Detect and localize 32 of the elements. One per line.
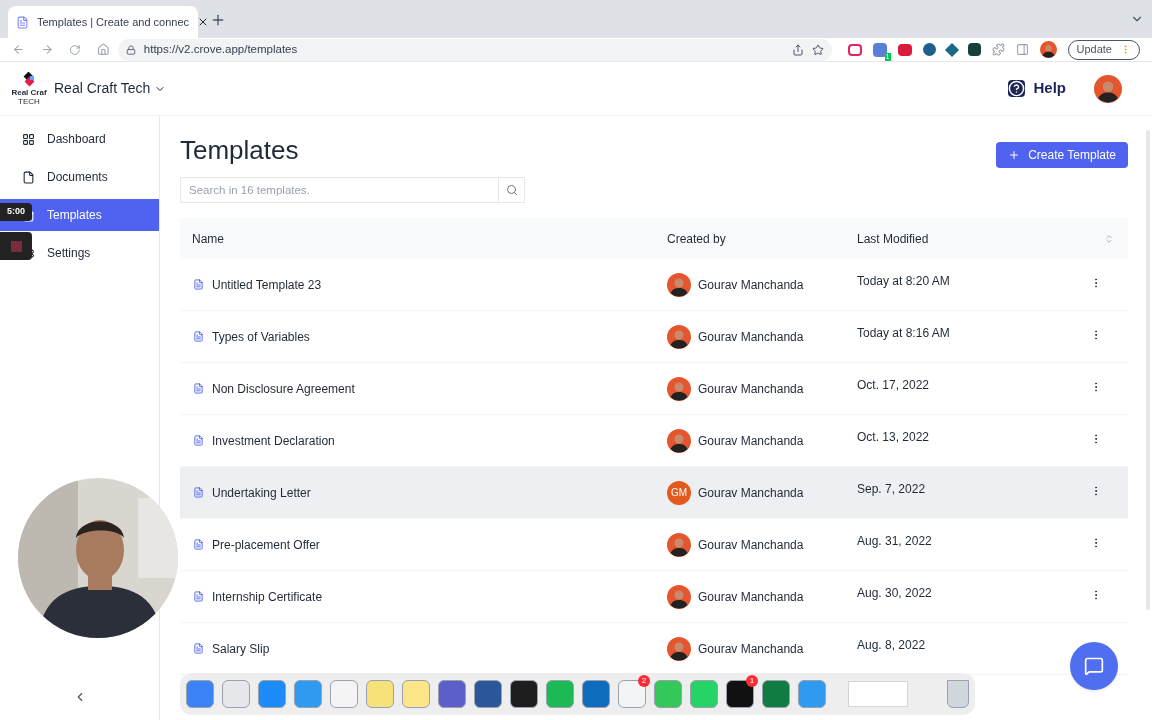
author-name: Gourav Manchanda <box>698 640 804 658</box>
notification-badge: 2 <box>638 675 650 687</box>
modified-date: Aug. 31, 2022 <box>857 532 932 550</box>
recording-timer-toast: 5:00 <box>0 203 32 221</box>
author-name: Gourav Manchanda <box>698 432 804 450</box>
template-name: Internship Certificate <box>212 588 323 606</box>
modified-date: Today at 8:16 AM <box>857 324 950 342</box>
column-header: Last Modified <box>857 230 929 248</box>
page-title: Templates <box>180 134 299 166</box>
modified-date: Today at 8:20 AM <box>857 272 950 290</box>
template-name: Salary Slip <box>212 640 270 658</box>
initials-avatar: GM <box>667 480 691 505</box>
modified-date: Oct. 13, 2022 <box>857 428 930 446</box>
modified-date: Oct. 17, 2022 <box>857 376 930 394</box>
column-header: Created by <box>667 230 727 248</box>
template-name: Non Disclosure Agreement <box>212 380 355 398</box>
author-name: Gourav Manchanda <box>698 484 804 502</box>
modified-date: Aug. 30, 2022 <box>857 584 932 602</box>
author-name: Gourav Manchanda <box>698 536 804 554</box>
template-name: Untitled Template 23 <box>212 276 322 294</box>
modified-date: Sep. 7, 2022 <box>857 480 926 498</box>
author-name: Gourav Manchanda <box>698 328 804 346</box>
author-name: Gourav Manchanda <box>698 276 804 294</box>
template-name: Types of Variables <box>212 328 310 346</box>
template-name: Pre-placement Offer <box>212 536 320 554</box>
template-name: Investment Declaration <box>212 432 335 450</box>
column-header: Name <box>191 230 225 248</box>
notification-badge: 1 <box>746 675 758 687</box>
author-name: Gourav Manchanda <box>698 380 804 398</box>
modified-date: Aug. 8, 2022 <box>857 636 926 654</box>
author-name: Gourav Manchanda <box>698 588 804 606</box>
template-name: Undertaking Letter <box>212 484 311 502</box>
